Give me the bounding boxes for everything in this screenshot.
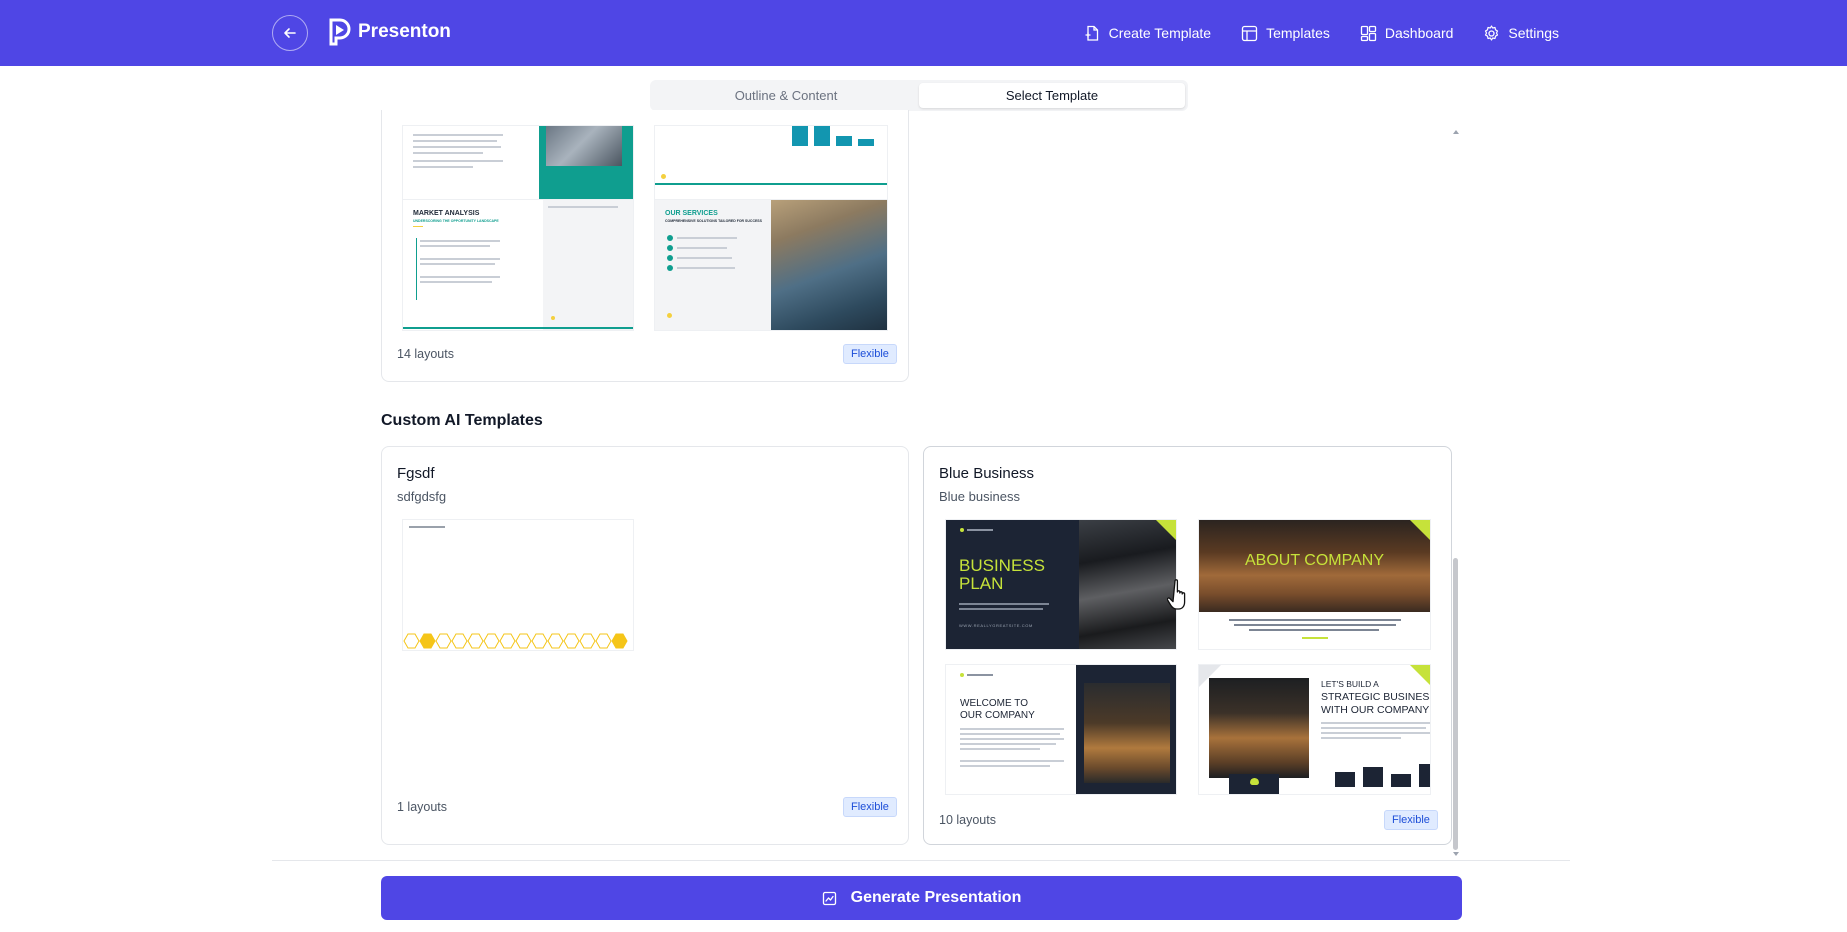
flexible-badge[interactable]: Flexible — [843, 797, 897, 817]
scroll-up-arrow[interactable] — [1453, 130, 1459, 134]
nav-dashboard[interactable]: Dashboard — [1360, 25, 1454, 42]
section-title: Custom AI Templates — [381, 412, 543, 429]
layout-thumbnail[interactable]: MARKET ANALYSIS UNDERSCORING THE OPPORTU… — [403, 200, 633, 330]
file-plus-icon — [1085, 25, 1098, 41]
generate-presentation-button[interactable]: Generate Presentation — [381, 876, 1462, 920]
thumb-title: MARKET ANALYSIS — [413, 210, 480, 217]
layout-thumbnail[interactable] — [403, 126, 633, 200]
app-header: Presenton Create Template Templates Dash… — [0, 0, 1847, 66]
layout-count: 14 layouts — [397, 347, 454, 361]
nav-label: Dashboard — [1384, 25, 1454, 41]
layout-thumbnail[interactable]: LET'S BUILD A STRATEGIC BUSINESS WITH OU… — [1199, 665, 1430, 794]
layout-icon — [1241, 25, 1258, 41]
scrollbar-thumb[interactable] — [1453, 558, 1458, 850]
flexible-badge[interactable]: Flexible — [843, 344, 897, 364]
thumb-title: ABOUT COMPANY — [1245, 552, 1384, 569]
honeycomb-pattern — [403, 633, 628, 649]
nav-create-template[interactable]: Create Template — [1084, 25, 1211, 42]
thumb-url: WWW.REALLYGREATSITE.COM — [959, 623, 1033, 628]
flexible-badge[interactable]: Flexible — [1384, 810, 1438, 830]
thumb-title: OUR SERVICES — [665, 210, 718, 217]
card-title: Blue Business — [939, 465, 1035, 482]
arrow-left-icon — [284, 28, 296, 38]
thumb-subtitle: UNDERSCORING THE OPPORTUNITY LANDSCAPE — [413, 219, 499, 223]
nav-label: Settings — [1508, 25, 1559, 41]
back-button[interactable] — [272, 15, 308, 51]
layout-thumbnail[interactable]: WELCOME TO OUR COMPANY — [946, 665, 1176, 794]
generate-label: Generate Presentation — [850, 889, 1022, 906]
shop-photo — [1209, 678, 1309, 778]
layout-count: 10 layouts — [939, 813, 996, 827]
template-card-general[interactable]: MARKET ANALYSIS UNDERSCORING THE OPPORTU… — [381, 110, 909, 382]
layout-thumbnail[interactable] — [655, 126, 887, 200]
tab-outline-content[interactable]: Outline & Content — [653, 83, 919, 108]
template-card-blue-business[interactable]: Blue Business Blue business BUSINESS PLA… — [923, 446, 1452, 845]
nav-settings[interactable]: Settings — [1483, 24, 1559, 42]
brand-name: Presenton — [358, 21, 451, 42]
nav-label: Create Template — [1108, 25, 1212, 41]
thumb-title: WELCOME TO — [960, 698, 1028, 709]
scroll-down-arrow[interactable] — [1453, 852, 1459, 856]
nav-label: Templates — [1266, 25, 1330, 41]
card-description: Blue business — [939, 489, 1020, 504]
layout-thumbnail[interactable]: BUSINESS PLAN WWW.REALLYGREATSITE.COM — [946, 520, 1176, 649]
layout-thumbnail[interactable]: ABOUT COMPANY — [1199, 520, 1430, 649]
thumb-title: PLAN — [959, 574, 1004, 593]
presentation-chart-icon — [822, 891, 836, 905]
thumb-title: OUR COMPANY — [960, 710, 1035, 721]
thumb-title: WITH OUR COMPANY — [1321, 704, 1430, 716]
thumb-title: LET'S BUILD A — [1321, 679, 1379, 689]
layout-thumbnail[interactable] — [403, 520, 633, 650]
thumb-title: BUSINESS — [959, 556, 1045, 575]
office-photo — [771, 200, 887, 330]
thumb-subtitle: COMPREHENSIVE SOLUTIONS TAILORED FOR SUC… — [665, 219, 762, 223]
hand-cursor-icon — [1167, 579, 1186, 610]
cafe-interior-photo — [1084, 683, 1170, 783]
tab-select-template[interactable]: Select Template — [919, 83, 1185, 108]
laptop-photo — [546, 126, 622, 166]
presenton-logo-icon — [329, 18, 351, 46]
top-nav: Create Template Templates Dashboard Sett… — [1084, 0, 1559, 66]
brand-logo[interactable]: Presenton — [328, 18, 451, 46]
layout-thumbnail[interactable]: OUR SERVICES COMPREHENSIVE SOLUTIONS TAI… — [655, 200, 887, 330]
layout-count: 1 layouts — [397, 800, 448, 814]
nav-templates[interactable]: Templates — [1241, 25, 1330, 42]
step-tabs: Outline & Content Select Template — [650, 80, 1188, 111]
thumb-title: STRATEGIC BUSINESS — [1321, 691, 1430, 703]
template-card-fgsdf[interactable]: Fgsdf sdfgdsfg 1 layouts Flexible — [381, 446, 909, 845]
gear-icon — [1485, 24, 1499, 41]
dashboard-icon — [1360, 25, 1377, 41]
footer-divider — [272, 860, 1570, 861]
card-description: sdfgdsfg — [397, 489, 447, 504]
card-title: Fgsdf — [397, 465, 435, 482]
